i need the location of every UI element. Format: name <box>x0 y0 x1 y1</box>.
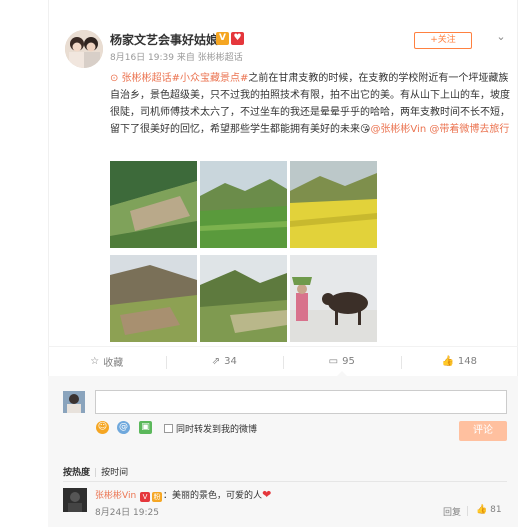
comment-time: 8月24日 19:25 <box>95 508 159 518</box>
vip-badge-icon: V <box>216 32 229 45</box>
mention-link[interactable]: @带着微博去旅行 <box>429 124 509 135</box>
at-icon[interactable]: @ <box>117 421 130 434</box>
comment-like-count: 81 <box>490 505 502 515</box>
heart-icon: ❤ <box>262 488 272 501</box>
chevron-down-icon[interactable]: ⌄ <box>494 30 508 44</box>
my-avatar[interactable] <box>63 391 85 413</box>
comment-text: ：美丽的景色，可爱的人 <box>163 491 263 501</box>
photo-4[interactable] <box>110 255 197 342</box>
author-name[interactable]: 杨家文艺会事好姑娘 <box>110 31 218 48</box>
fan-badge-icon: 粉 <box>152 492 163 502</box>
action-bar: ☆ 收藏 ⇗ 34 ▭ 95 👍 148 <box>48 346 519 377</box>
comment-button[interactable]: ▭ 95 <box>283 347 401 377</box>
divider <box>63 481 507 482</box>
sort-separator: | <box>94 468 98 478</box>
heart-badge-icon: ♥ <box>231 32 244 45</box>
photo-5[interactable] <box>200 255 287 342</box>
follow-button[interactable]: +关注 <box>414 32 472 49</box>
emoji-icon: 😘 <box>360 124 371 135</box>
sort-by-hot-tab[interactable]: 按热度 <box>63 468 90 478</box>
sort-by-time-tab[interactable]: 按时间 <box>101 468 128 478</box>
repost-checkbox-label: 同时转发到我的微博 <box>176 425 258 435</box>
submit-comment-button[interactable]: 评论 <box>459 421 507 441</box>
post-body: ⊙ 张彬彬超话#小众宝藏景点#之前在甘肃支教的时候，在支教的学校附近有一个坪垭藏… <box>110 70 510 138</box>
photo-6[interactable] <box>290 255 377 342</box>
repost-icon: ⇗ <box>211 356 221 367</box>
post-meta: 8月16日 19:39 来自 张彬彬超话 <box>110 53 243 63</box>
photo-3[interactable] <box>290 161 377 248</box>
comment-input[interactable] <box>95 390 507 414</box>
photo-1[interactable] <box>110 161 197 248</box>
topic-link[interactable]: 张彬彬超话#小众宝藏景点# <box>122 73 249 84</box>
star-icon: ☆ <box>90 356 100 367</box>
vip-badge-icon: V <box>140 492 151 502</box>
sort-tabs: 按热度 | 按时间 <box>63 465 128 478</box>
comment-like-button[interactable]: 👍 81 <box>476 505 502 515</box>
thumbs-up-icon: 👍 <box>441 356 454 367</box>
favorite-label: 收藏 <box>103 358 124 369</box>
author-avatar[interactable] <box>65 30 103 68</box>
like-count: 148 <box>457 356 478 367</box>
divider <box>467 506 468 516</box>
repost-checkbox[interactable] <box>164 424 173 433</box>
comment-icon: ▭ <box>328 356 339 367</box>
comment-count: 95 <box>342 356 355 367</box>
comment-line: 张彬彬Vin V 粉：美丽的景色，可爱的人❤ <box>95 488 271 502</box>
image-icon[interactable]: ▣ <box>139 421 152 434</box>
commenter-name[interactable]: 张彬彬Vin <box>95 491 136 501</box>
like-button[interactable]: 👍 148 <box>400 347 519 376</box>
reply-button[interactable]: 回复 <box>443 505 461 518</box>
repost-count: 34 <box>224 356 237 367</box>
photo-2[interactable] <box>200 161 287 248</box>
commenter-avatar[interactable] <box>63 488 87 512</box>
emoji-icon[interactable]: ☺ <box>96 421 109 434</box>
repost-button[interactable]: ⇗ 34 <box>165 347 284 376</box>
thumbs-up-icon: 👍 <box>476 505 488 515</box>
topic-pin-icon: ⊙ <box>110 73 119 84</box>
mention-link[interactable]: @张彬彬Vin <box>370 124 426 135</box>
favorite-button[interactable]: ☆ 收藏 <box>48 347 166 376</box>
